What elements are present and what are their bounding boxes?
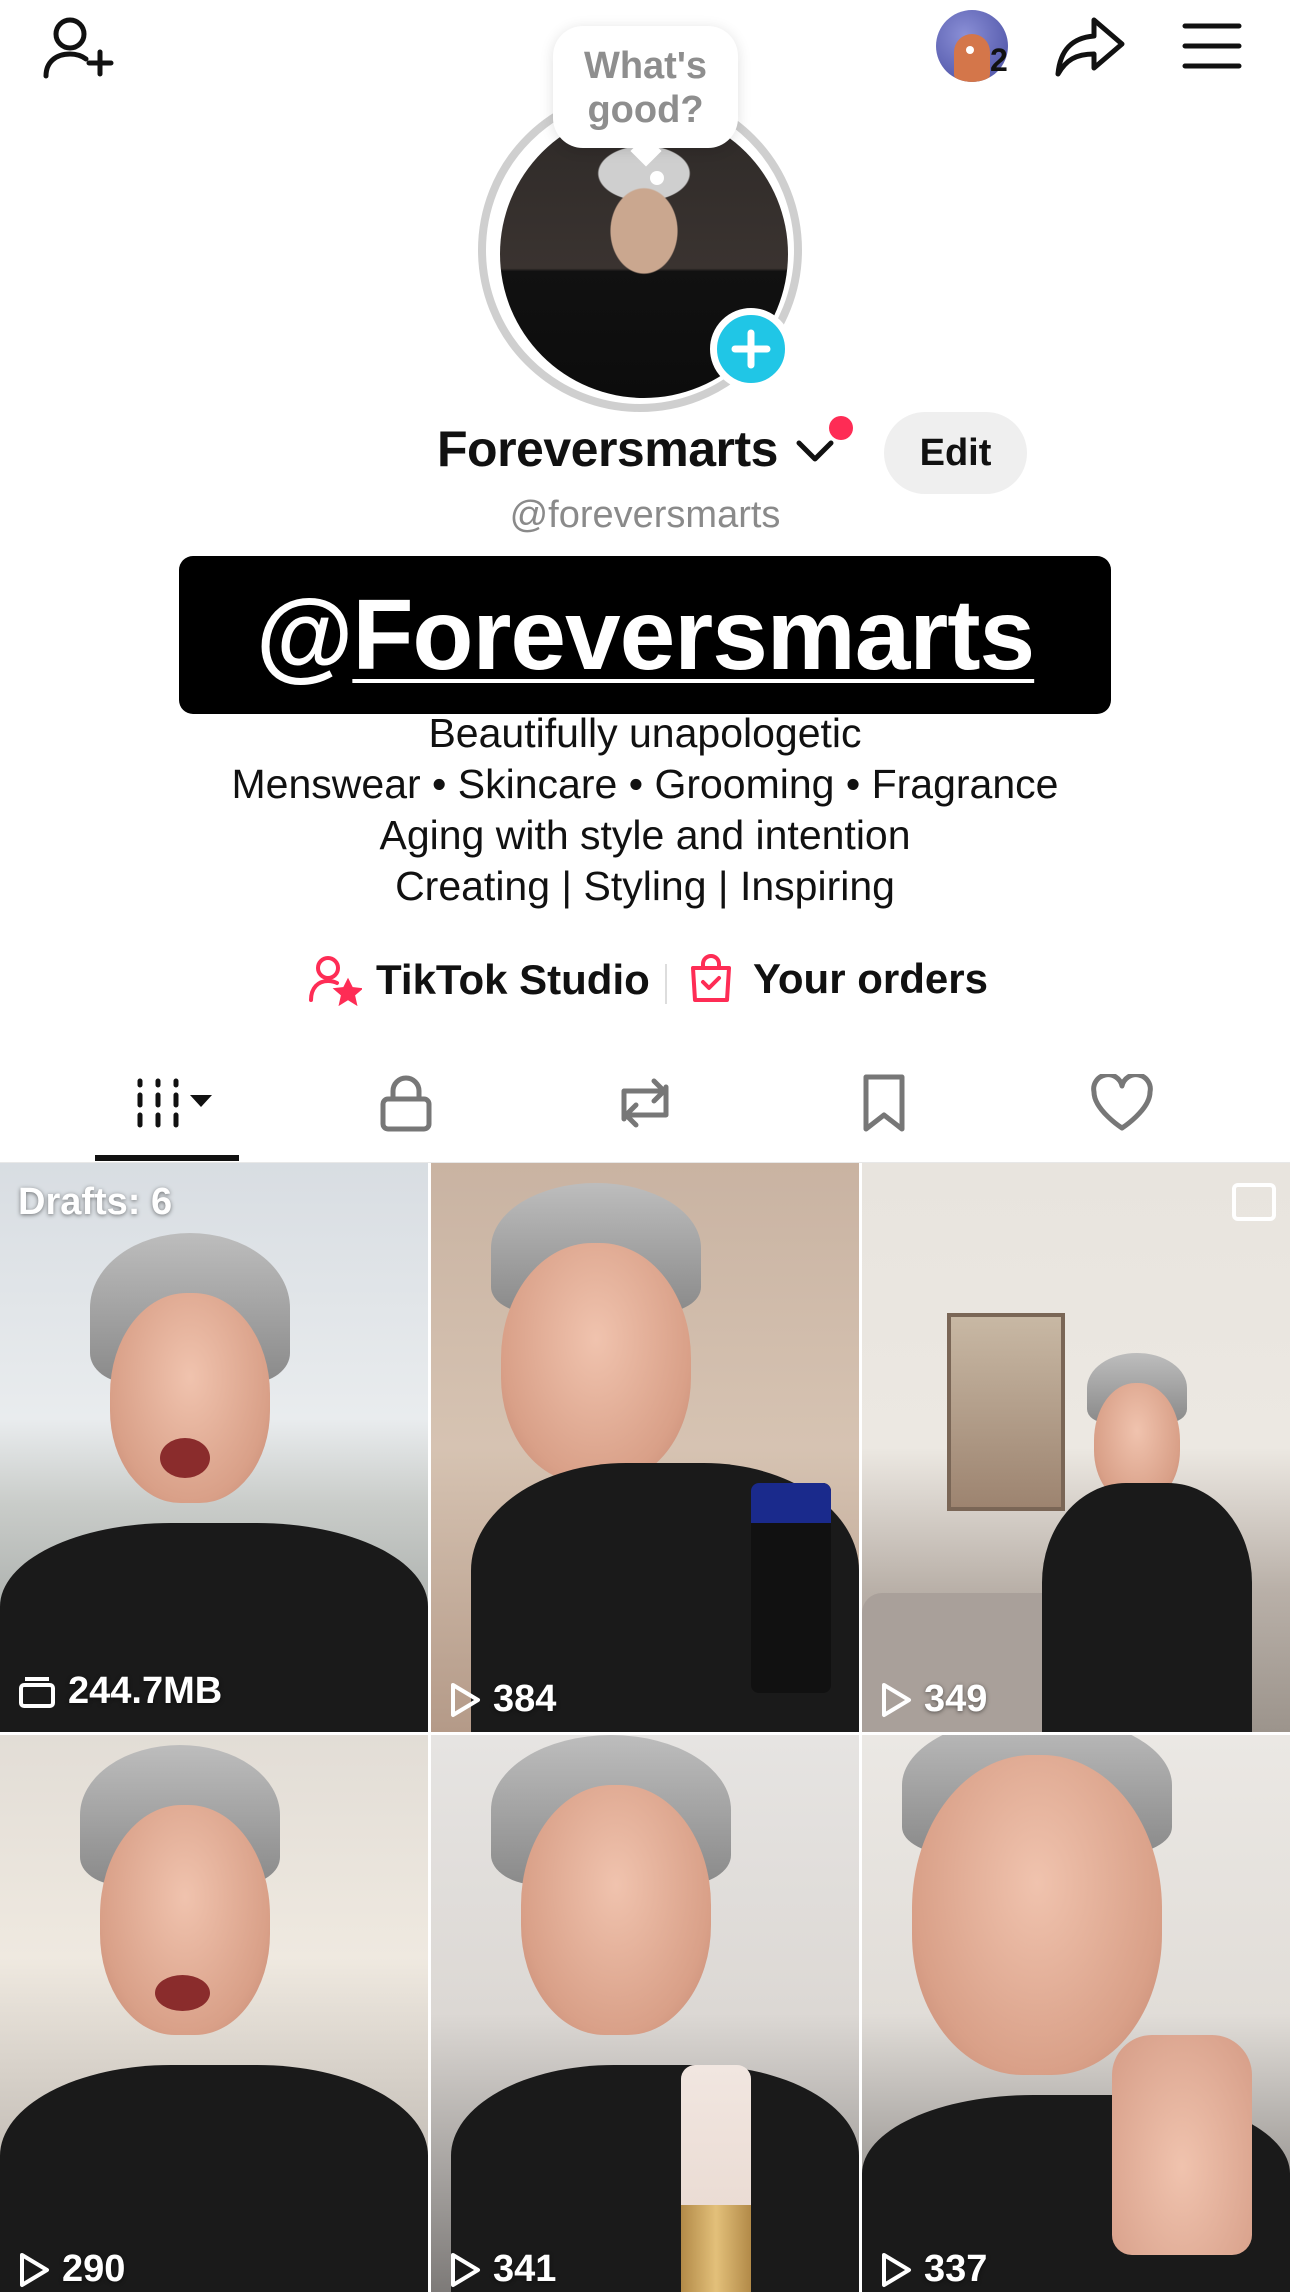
drafts-label: Drafts: 6 xyxy=(18,1181,173,1223)
bubble-dot xyxy=(650,171,664,185)
draft-size: 244.7MB xyxy=(18,1670,222,1713)
drafts-icon xyxy=(19,1676,55,1708)
links-divider xyxy=(665,964,667,1004)
view-count-value: 341 xyxy=(493,2248,557,2290)
tiktok-studio-label: TikTok Studio xyxy=(376,956,650,1003)
notification-dot xyxy=(829,416,853,440)
display-name[interactable]: Foreversmarts xyxy=(437,420,778,478)
tab-reposts[interactable] xyxy=(585,1070,705,1136)
bookmark-icon xyxy=(863,1074,905,1132)
play-icon xyxy=(882,2252,911,2287)
play-icon xyxy=(451,2252,480,2287)
repost-icon xyxy=(621,1078,669,1128)
video-thumbnail[interactable] xyxy=(431,1163,859,1732)
add-friend-icon[interactable] xyxy=(40,12,118,82)
lock-icon xyxy=(380,1075,432,1132)
bio-line: Creating | Styling | Inspiring xyxy=(395,863,895,909)
banner-name: Foreversmarts xyxy=(352,579,1035,691)
view-count: 349 xyxy=(880,1678,987,1721)
draft-thumbnail[interactable]: Drafts: 6 xyxy=(0,1163,428,1732)
view-count-value: 349 xyxy=(924,1678,988,1720)
play-icon xyxy=(20,2252,49,2287)
banner-text: @Foreversmarts xyxy=(256,585,1035,685)
grid-icon xyxy=(137,1078,212,1128)
view-count: 337 xyxy=(880,2248,987,2291)
view-count: 290 xyxy=(18,2248,125,2291)
tiktok-studio-link[interactable]: TikTok Studio xyxy=(308,954,650,1006)
your-orders-label: Your orders xyxy=(753,955,988,1002)
studio-icon xyxy=(309,956,362,1006)
draft-size-value: 244.7MB xyxy=(68,1670,223,1712)
banner-at: @ xyxy=(255,579,354,691)
bio-line: Menswear • Skincare • Grooming • Fragran… xyxy=(231,761,1059,807)
tab-videos[interactable] xyxy=(108,1070,228,1136)
story-count: 2 xyxy=(990,42,1008,78)
edit-profile-button[interactable]: Edit xyxy=(884,412,1027,494)
chevron-down-icon[interactable] xyxy=(795,438,835,464)
play-icon xyxy=(451,1682,480,1717)
username-handle: @foreversmarts xyxy=(509,494,781,536)
shopping-bag-icon xyxy=(691,954,731,1002)
bio-line: Beautifully unapologetic xyxy=(428,710,862,756)
tab-favorites[interactable] xyxy=(824,1070,944,1136)
status-bubble[interactable]: What's good? xyxy=(553,26,738,148)
tab-private[interactable] xyxy=(346,1070,466,1136)
plus-icon xyxy=(731,329,771,369)
share-icon[interactable] xyxy=(1054,14,1126,80)
video-thumbnail[interactable] xyxy=(862,1163,1290,1732)
play-icon xyxy=(882,1682,911,1717)
bio-line: Aging with style and intention xyxy=(379,812,911,858)
view-count-value: 384 xyxy=(493,1678,557,1720)
view-count: 341 xyxy=(449,2248,556,2291)
view-count: 384 xyxy=(449,1678,556,1721)
video-thumbnail[interactable] xyxy=(0,1735,428,2292)
heart-icon xyxy=(1091,1074,1153,1131)
video-thumbnail[interactable] xyxy=(431,1735,859,2292)
view-count-value: 290 xyxy=(62,2248,126,2290)
menu-icon[interactable] xyxy=(1182,22,1242,70)
status-bubble-text: What's good? xyxy=(583,45,708,131)
video-thumbnail[interactable] xyxy=(862,1735,1290,2292)
active-tab-indicator xyxy=(95,1155,239,1161)
add-story-button[interactable] xyxy=(710,308,792,390)
profile-banner: @Foreversmarts xyxy=(179,556,1111,714)
your-orders-link[interactable]: Your orders xyxy=(689,954,988,1004)
tab-liked[interactable] xyxy=(1062,1070,1182,1136)
view-count-value: 337 xyxy=(924,2248,988,2290)
